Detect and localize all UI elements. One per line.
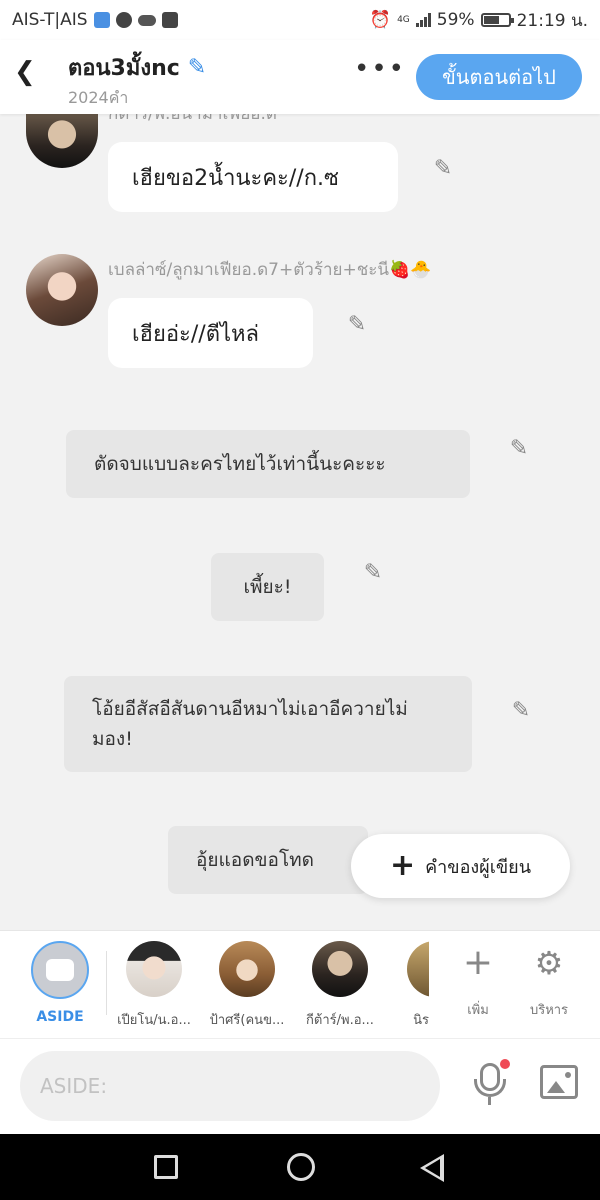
tool-label: บริหาร bbox=[529, 1003, 569, 1018]
image-icon[interactable] bbox=[540, 1065, 578, 1099]
avatar[interactable] bbox=[26, 254, 98, 326]
carrier-label: AIS-T|AIS bbox=[12, 10, 88, 30]
tool-label: เพิ่ม bbox=[467, 1003, 489, 1018]
episode-title[interactable]: ตอน3มั้งnc ✎ bbox=[68, 50, 206, 85]
app-header: ❮ ตอน3มั้งnc ✎ 2024คำ ••• ขั้นตอนต่อไป bbox=[0, 40, 600, 114]
cloud-icon bbox=[137, 14, 156, 26]
message-input[interactable] bbox=[20, 1051, 440, 1121]
battery-icon bbox=[480, 13, 514, 27]
recent-apps-icon[interactable] bbox=[154, 1155, 178, 1179]
plus-icon: + bbox=[462, 942, 494, 983]
avatar bbox=[407, 941, 429, 997]
sender-name: กีต้าร์/พ.อนามาเฟียอ.ด bbox=[108, 114, 277, 124]
character-label: กีต้าร์/พ.อ... bbox=[306, 1013, 374, 1028]
divider bbox=[106, 951, 107, 1015]
author-note-label: คำของผู้เขียน bbox=[425, 856, 532, 878]
home-icon[interactable] bbox=[287, 1153, 315, 1181]
signal-icon bbox=[415, 13, 431, 27]
avatar bbox=[219, 941, 275, 997]
avatar bbox=[126, 941, 182, 997]
word-count: 2024คำ bbox=[68, 88, 129, 107]
character-label: นิร bbox=[413, 1013, 429, 1028]
edit-pencil-icon[interactable]: ✎ bbox=[430, 156, 456, 182]
back-icon[interactable] bbox=[420, 1154, 444, 1182]
plus-icon: + bbox=[389, 848, 416, 883]
battery-percent: 59% bbox=[436, 10, 475, 30]
edit-pencil-icon[interactable]: ✎ bbox=[506, 436, 532, 462]
system-nav-bar bbox=[0, 1134, 600, 1200]
sender-name: เบลล่าซ์/ลูกมาเฟียอ.ด7+ตัวร้าย+ชะนี🍓🐣 bbox=[108, 260, 432, 280]
add-character-button[interactable]: + เพิ่ม bbox=[448, 941, 508, 1020]
next-step-button[interactable]: ขั้นตอนต่อไป bbox=[416, 54, 582, 100]
network-type: 4G bbox=[397, 14, 410, 25]
message-bubble[interactable]: เฮียอ่ะ//ตีไหล่ bbox=[108, 298, 313, 368]
chat-area: กีต้าร์/พ.อนามาเฟียอ.ด เฮียขอ2น้ำนะคะ//ก… bbox=[0, 114, 600, 930]
edit-pencil-icon[interactable]: ✎ bbox=[344, 312, 370, 338]
character-bar: ASIDE เปียโน/น.อ... ป้าศรี(คนข... กีต้าร… bbox=[0, 930, 600, 1038]
edit-pencil-icon[interactable]: ✎ bbox=[508, 698, 534, 724]
character-item[interactable]: เปียโน/น.อ... bbox=[114, 941, 194, 1030]
narration-bubble[interactable]: ตัดจบแบบละครไทยไว้เท่านี้นะคะะะ bbox=[66, 430, 470, 498]
author-note-button[interactable]: + คำของผู้เขียน bbox=[351, 834, 570, 898]
edit-pencil-icon[interactable]: ✎ bbox=[360, 560, 386, 586]
notification-dot bbox=[500, 1059, 510, 1069]
character-label: เปียโน/น.อ... bbox=[117, 1013, 191, 1028]
avatar[interactable] bbox=[26, 114, 98, 168]
character-item[interactable]: นิร bbox=[393, 941, 429, 1030]
gear-icon: ⚙ bbox=[534, 944, 564, 982]
character-item[interactable]: กีต้าร์/พ.อ... bbox=[300, 941, 380, 1030]
messenger-icon bbox=[115, 12, 132, 28]
microphone-icon[interactable] bbox=[470, 1059, 510, 1107]
title-text: ตอน3มั้งnc bbox=[68, 56, 180, 81]
manage-button[interactable]: ⚙ บริหาร bbox=[519, 941, 579, 1020]
narration-bubble[interactable]: โอ้ยอีสัสอีสันดานอีหมาไม่เอาอีควายไม่มอง… bbox=[64, 676, 472, 772]
status-bar: AIS-T|AIS ⏰ 4G 59% 21:19 น. bbox=[0, 0, 600, 40]
alarm-icon: ⏰ bbox=[369, 10, 392, 30]
character-label: ป้าศรี(คนข... bbox=[209, 1013, 285, 1028]
narration-bubble[interactable]: อุ้ยแอดขอโทด bbox=[168, 826, 368, 894]
character-item[interactable]: ป้าศรี(คนข... bbox=[207, 941, 287, 1030]
facebook-icon bbox=[161, 12, 178, 28]
back-arrow-icon[interactable]: ❮ bbox=[14, 58, 42, 86]
more-options-icon[interactable]: ••• bbox=[354, 54, 406, 84]
character-label: ASIDE bbox=[36, 1009, 84, 1025]
clock: 21:19 น. bbox=[516, 10, 588, 31]
edit-title-icon[interactable]: ✎ bbox=[188, 55, 206, 80]
avatar bbox=[312, 941, 368, 997]
shield-icon bbox=[93, 12, 110, 28]
character-aside[interactable]: ASIDE bbox=[20, 941, 100, 1025]
input-bar bbox=[0, 1038, 600, 1134]
aside-chat-icon bbox=[31, 941, 89, 999]
message-bubble[interactable]: เฮียขอ2น้ำนะคะ//ก.ซ bbox=[108, 142, 398, 212]
narration-bubble[interactable]: เพี้ยะ! bbox=[211, 553, 324, 621]
